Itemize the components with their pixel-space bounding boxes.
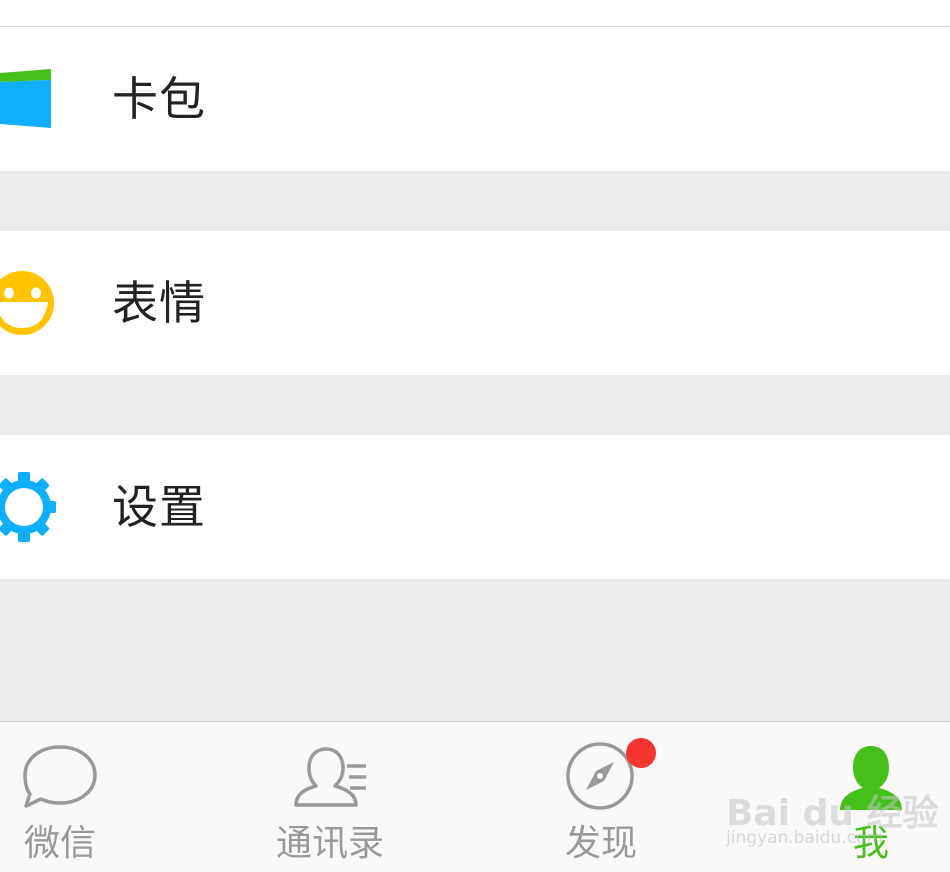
top-strip — [0, 0, 950, 27]
person-icon — [840, 746, 902, 810]
tab-discover[interactable]: 发现 — [520, 722, 700, 872]
tab-label: 微信 — [24, 823, 97, 864]
chat-bubble-icon — [23, 745, 97, 808]
tab-label: 发现 — [565, 823, 638, 864]
menu-item-label: 表情 — [112, 276, 206, 330]
tab-me[interactable]: 我 — [800, 722, 950, 872]
tab-label: 通讯录 — [276, 823, 385, 864]
menu-item-wallet[interactable]: 卡包 — [0, 27, 950, 171]
menu-item-stickers[interactable]: 表情 — [0, 231, 950, 375]
contacts-icon — [294, 747, 366, 807]
tab-label: 我 — [853, 823, 890, 864]
menu-item-settings[interactable]: 设置 — [0, 435, 950, 579]
sticker-smiley-icon — [0, 271, 54, 335]
tab-bar: 微信 通讯录 发现 我 — [0, 721, 950, 872]
gear-icon — [0, 472, 56, 542]
tab-contacts[interactable]: 通讯录 — [240, 722, 420, 872]
wallet-icon — [0, 69, 51, 128]
menu-item-label: 设置 — [112, 480, 206, 534]
menu-item-label: 卡包 — [112, 72, 206, 126]
notification-badge — [626, 738, 656, 768]
tab-chats[interactable]: 微信 — [0, 722, 180, 872]
